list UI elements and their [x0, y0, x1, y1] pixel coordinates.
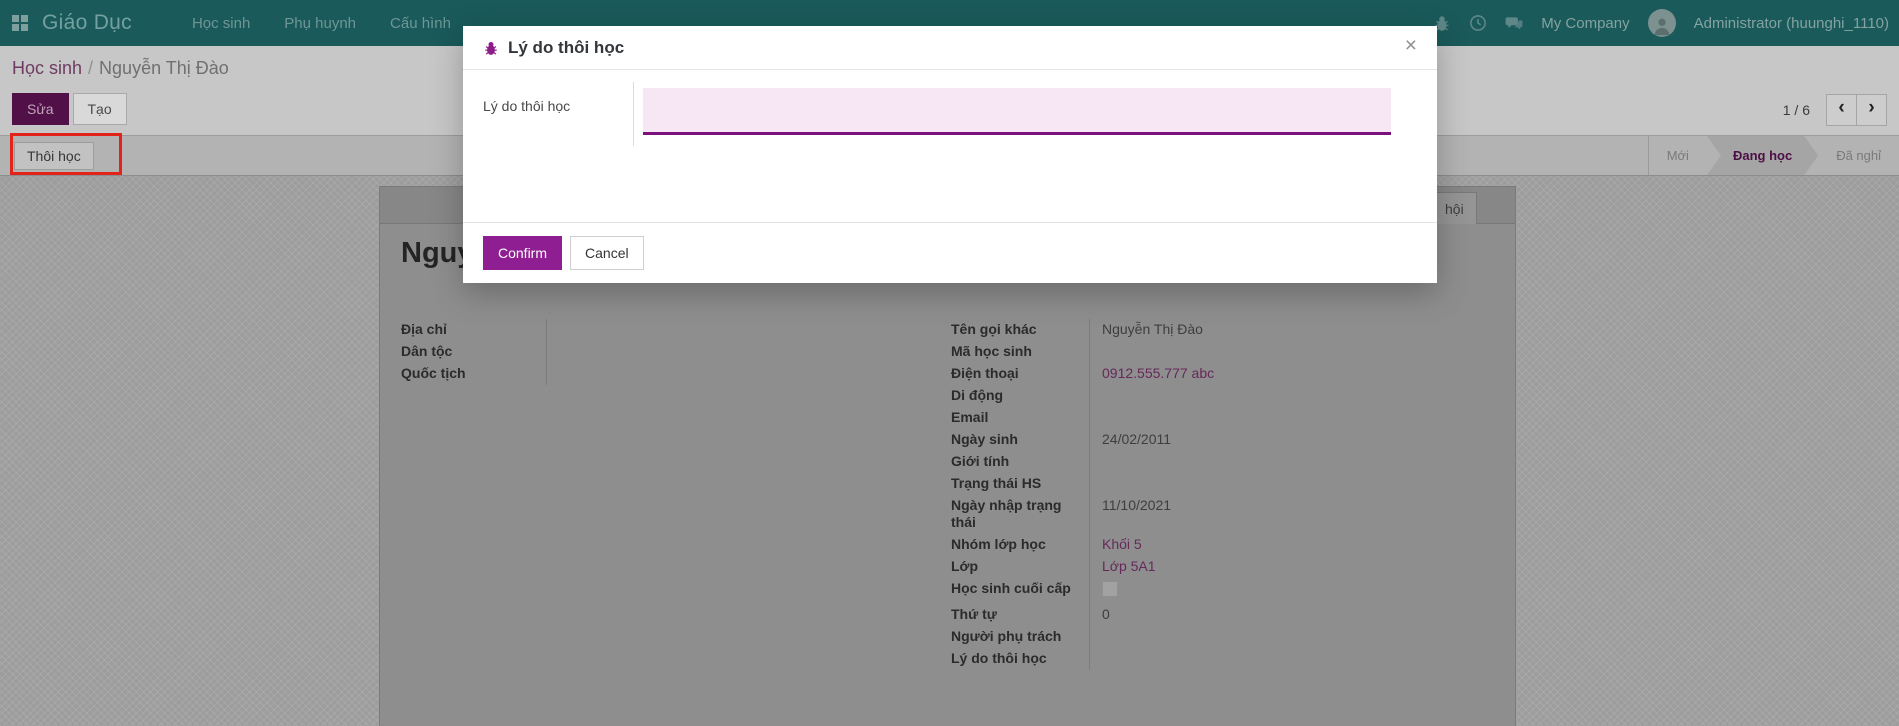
field-label: Địa chỉ	[401, 319, 546, 341]
app-root: Giáo Dục Học sinh Phụ huynh Cấu hình My Co…	[0, 0, 1899, 726]
notebook-tab-partial[interactable]: hội	[1432, 192, 1477, 224]
field-value	[1089, 407, 1421, 429]
chat-icon[interactable]	[1505, 14, 1523, 32]
field-label: Người phụ trách	[951, 626, 1089, 648]
field-value: 0912.555.777 abc	[1089, 363, 1421, 385]
field-label: Ngày nhập trạng thái	[951, 495, 1089, 534]
field-label: Thứ tự	[951, 604, 1089, 626]
statusbar-stage[interactable]: Mới	[1649, 136, 1707, 175]
field-label: Dân tộc	[401, 341, 546, 363]
field-value	[1089, 578, 1421, 604]
breadcrumb-parent[interactable]: Học sinh	[12, 58, 82, 78]
field-value	[1089, 648, 1421, 670]
field-value: Lớp 5A1	[1089, 556, 1421, 578]
field-value: Nguyễn Thị Đào	[1089, 319, 1421, 341]
field-value: 11/10/2021	[1089, 495, 1421, 534]
field-value	[1089, 626, 1421, 648]
field-value: Khối 5	[1089, 534, 1421, 556]
activity-clock-icon[interactable]	[1469, 14, 1487, 32]
field-label: Trạng thái HS	[951, 473, 1089, 495]
field-value	[1089, 473, 1421, 495]
navbar-menu-item[interactable]: Phụ huynh	[284, 15, 356, 32]
field-label: Lớp	[951, 556, 1089, 578]
statusbar: MớiĐang họcĐã nghỉ	[1648, 136, 1899, 175]
field-label: Nhóm lớp học	[951, 534, 1089, 556]
edit-button[interactable]: Sửa	[12, 93, 69, 125]
label-value-separator	[633, 82, 634, 146]
field-label: Tên gọi khác	[951, 319, 1089, 341]
navbar-menu-item[interactable]: Học sinh	[192, 15, 250, 32]
create-button[interactable]: Tạo	[73, 93, 127, 125]
dialog-body: Lý do thôi học	[463, 70, 1437, 222]
breadcrumb: Học sinh/Nguyễn Thị Đào	[12, 58, 229, 79]
pager-next-button[interactable]: ›	[1857, 94, 1887, 126]
field-link[interactable]: 0912.555.777 abc	[1102, 365, 1214, 381]
breadcrumb-current: Nguyễn Thị Đào	[99, 58, 229, 78]
dialog-footer: Confirm Cancel	[463, 222, 1437, 283]
apps-grid-icon[interactable]	[12, 15, 28, 31]
field-value	[1089, 341, 1421, 363]
cancel-button[interactable]: Cancel	[570, 236, 644, 270]
field-label: Điện thoại	[951, 363, 1089, 385]
bug-icon	[483, 40, 499, 56]
app-brand[interactable]: Giáo Dục	[42, 11, 132, 35]
field-link[interactable]: Khối 5	[1102, 536, 1142, 552]
close-icon[interactable]: ×	[1399, 34, 1423, 57]
confirm-button[interactable]: Confirm	[483, 236, 562, 270]
dialog-header: Lý do thôi học ×	[463, 26, 1437, 70]
field-value	[546, 363, 701, 385]
statusbar-stage[interactable]: Đang học	[1707, 136, 1818, 175]
field-value	[1089, 451, 1421, 473]
navbar-menu: Học sinh Phụ huynh Cấu hình	[192, 15, 451, 32]
company-switcher[interactable]: My Company	[1541, 15, 1629, 32]
field-label: Email	[951, 407, 1089, 429]
field-value	[546, 319, 701, 341]
field-value	[546, 341, 701, 363]
user-menu[interactable]: Administrator (huunghi_1110)	[1694, 15, 1889, 32]
field-label: Mã học sinh	[951, 341, 1089, 363]
left-field-group: Địa chỉDân tộcQuốc tịch	[401, 319, 701, 385]
dropout-button[interactable]: Thôi học	[14, 142, 94, 170]
field-text: Nguyễn Thị Đào	[1102, 321, 1203, 337]
avatar[interactable]	[1648, 9, 1676, 37]
right-field-group: Tên gọi khác Nguyễn Thị Đào Mã học sinhĐiệ…	[951, 319, 1421, 670]
breadcrumb-separator: /	[82, 58, 99, 78]
field-text: 11/10/2021	[1102, 497, 1171, 513]
pager: 1 / 6 ‹ ›	[1783, 94, 1887, 126]
dialog-title: Lý do thôi học	[483, 38, 624, 58]
field-value	[1089, 385, 1421, 407]
field-label: Ngày sinh	[951, 429, 1089, 451]
navbar-right: My Company Administrator (huunghi_1110)	[1433, 0, 1889, 46]
dropout-reason-input[interactable]	[643, 88, 1391, 135]
field-text: 0	[1102, 606, 1110, 622]
statusbar-stage[interactable]: Đã nghỉ	[1818, 136, 1899, 175]
record-actions: Sửa Tạo	[12, 93, 127, 125]
dropout-reason-dialog: Lý do thôi học × Lý do thôi học Confirm …	[463, 26, 1437, 283]
field-label: Giới tính	[951, 451, 1089, 473]
dialog-title-text: Lý do thôi học	[508, 38, 624, 58]
pager-prev-button[interactable]: ‹	[1826, 94, 1857, 126]
field-value: 0	[1089, 604, 1421, 626]
field-label: Lý do thôi học	[951, 648, 1089, 670]
field-label: Học sinh cuối cấp	[951, 578, 1089, 604]
field-text: 24/02/2011	[1102, 431, 1171, 447]
field-link[interactable]: Lớp 5A1	[1102, 558, 1156, 574]
pager-value: 1 / 6	[1783, 102, 1810, 118]
dropout-reason-label: Lý do thôi học	[483, 98, 570, 114]
final-grade-checkbox[interactable]	[1102, 581, 1118, 597]
field-label: Di động	[951, 385, 1089, 407]
navbar-menu-item[interactable]: Cấu hình	[390, 15, 451, 32]
field-value: 24/02/2011	[1089, 429, 1421, 451]
field-label: Quốc tịch	[401, 363, 546, 385]
